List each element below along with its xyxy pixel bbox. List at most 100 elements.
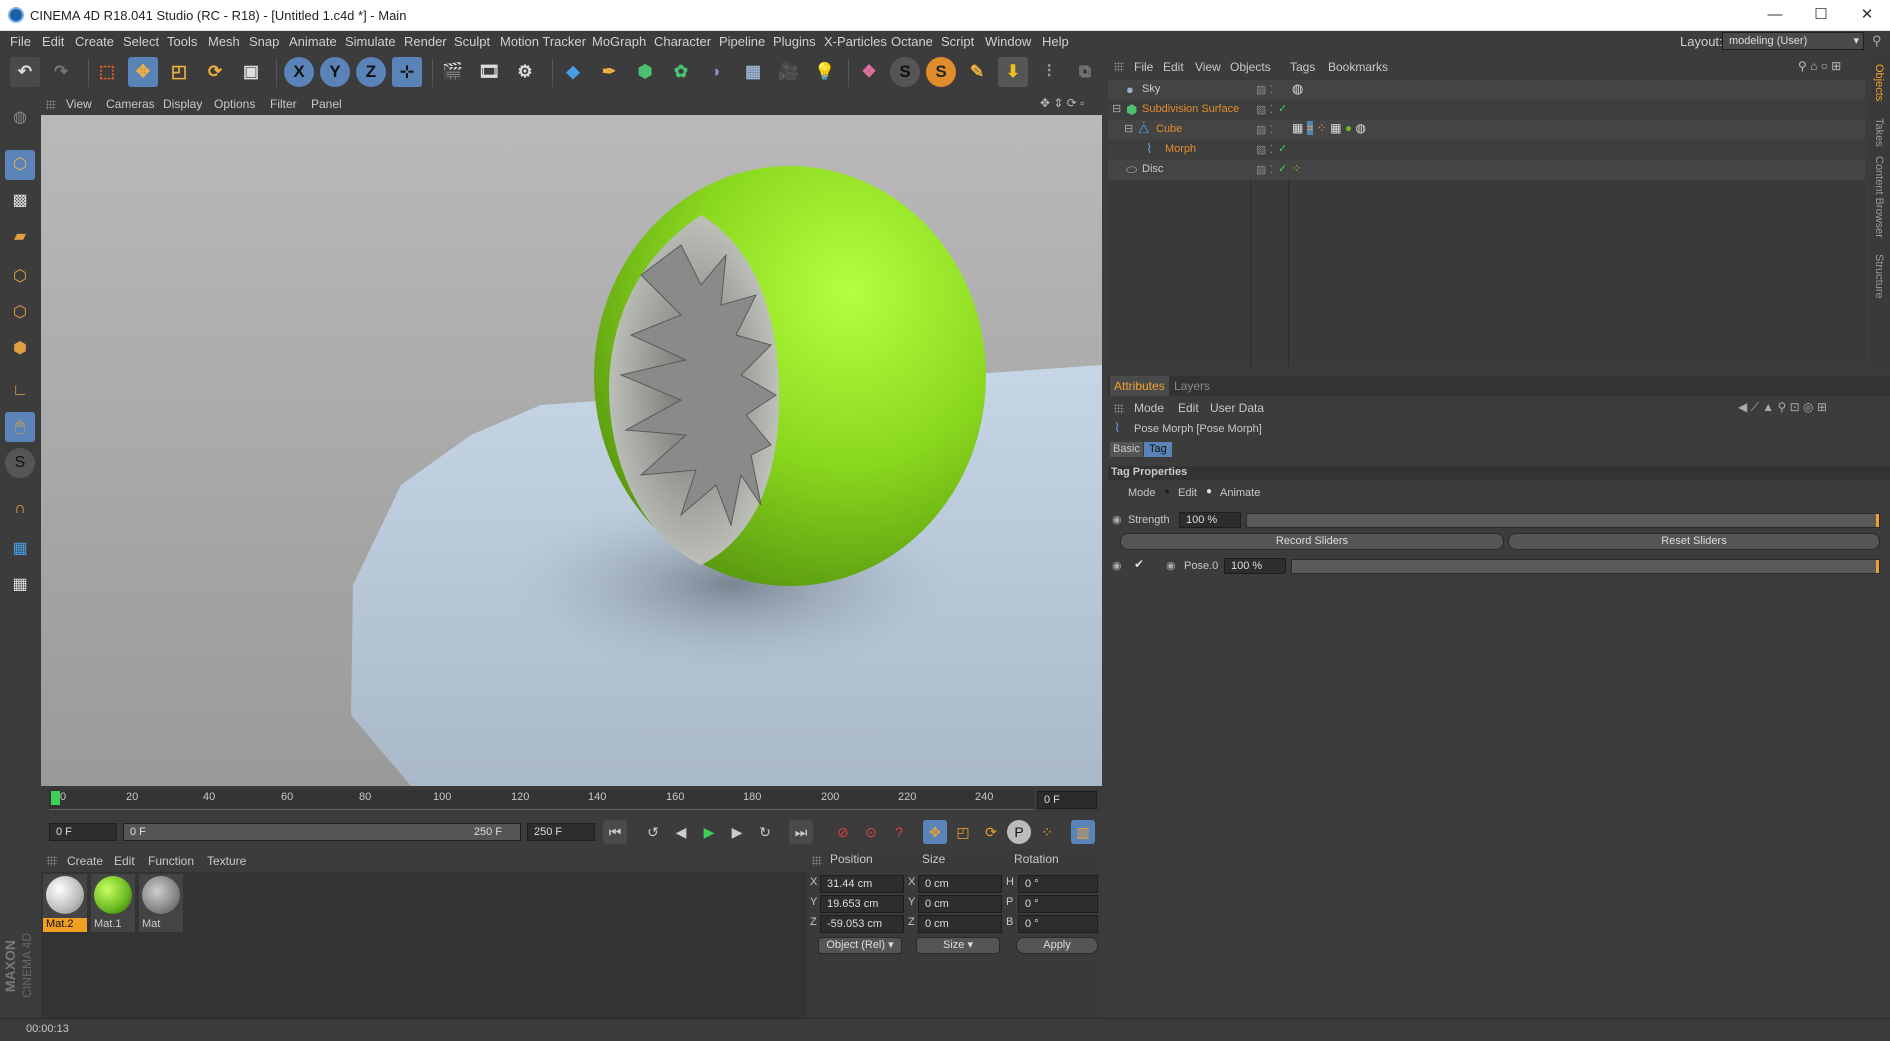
layout-dropdown[interactable]: modeling (User) ▾ — [1722, 32, 1864, 50]
expand-icon[interactable]: ⊟ — [1112, 102, 1121, 115]
timeline-playhead[interactable] — [51, 791, 60, 805]
panel-grip-icon[interactable] — [47, 856, 57, 866]
subdivision-surface-icon[interactable]: ⬢ — [630, 57, 660, 87]
enabled-check-icon[interactable]: ✓ — [1278, 142, 1287, 155]
points-mode-icon[interactable]: ⬡ — [5, 262, 35, 292]
workplane-icon[interactable]: ▰ — [5, 222, 35, 252]
material-menu-create[interactable]: Create — [67, 854, 103, 868]
key-scale-icon[interactable]: ◰ — [951, 820, 975, 844]
attributes-nav-icon[interactable]: ◀ ⟋ ▲ ⚲ ⊡ ◎ ⊞ — [1738, 400, 1827, 415]
cube-object-icon[interactable]: ◆ — [558, 57, 588, 87]
menu-character[interactable]: Character — [654, 34, 711, 49]
model-mode-icon[interactable]: ⬡ — [5, 150, 35, 180]
rotation-h-field[interactable]: 0 ° — [1018, 875, 1098, 893]
menu-help[interactable]: Help — [1042, 34, 1069, 49]
live-selection-icon[interactable]: ⬚ — [92, 57, 122, 87]
enabled-check-icon[interactable]: ✓ — [1278, 162, 1287, 175]
strength-animate-icon[interactable]: ◉ — [1112, 513, 1122, 526]
equalizer-icon[interactable]: ⫶ — [1034, 57, 1064, 87]
position-y-field[interactable]: 19.653 cm — [820, 895, 904, 913]
render-view-icon[interactable]: 🎬 — [438, 57, 468, 87]
next-key-icon[interactable]: ↻ — [753, 820, 777, 844]
visibility-dots-icon[interactable]: ▨ ⁚ — [1256, 163, 1273, 176]
next-frame-icon[interactable]: ▶ — [725, 820, 749, 844]
timeline-track[interactable] — [49, 790, 1034, 810]
material-menu-function[interactable]: Function — [148, 854, 194, 868]
subtab-basic[interactable]: Basic — [1110, 442, 1143, 457]
goto-start-icon[interactable]: ⏮ — [603, 820, 627, 844]
goto-end-icon[interactable]: ⏭ — [789, 820, 813, 844]
panel-grip-icon[interactable] — [46, 100, 56, 110]
viewport-nav-icon[interactable]: ✥ ⇕ ⟳ ▫ — [1040, 96, 1084, 110]
position-x-field[interactable]: 31.44 cm — [820, 875, 904, 893]
strength-slider[interactable] — [1246, 513, 1880, 528]
record-sliders-button[interactable]: Record Sliders — [1120, 533, 1504, 550]
object-row-cube[interactable]: ⊟ ⧊ Cube ▨ ⁚ ▦ ⌗ ⁘ ▦ ● ◍ — [1108, 120, 1865, 140]
key-rotation-icon[interactable]: ⟳ — [979, 820, 1003, 844]
object-row-subdivision-surface[interactable]: ⊟ ⬢ Subdivision Surface ▨ ⁚ ✓ — [1108, 100, 1865, 120]
size-y-field[interactable]: 0 cm — [918, 895, 1002, 913]
menu-window[interactable]: Window — [985, 34, 1031, 49]
z-axis-lock-button[interactable]: Z — [356, 57, 386, 87]
end-frame-field[interactable]: 250 F — [527, 823, 595, 841]
play-icon[interactable]: ▶ — [697, 820, 721, 844]
current-frame-field[interactable]: 0 F — [1037, 791, 1097, 809]
lock-workplane-icon[interactable]: ▦ — [5, 534, 35, 564]
import-icon[interactable]: ⬇ — [998, 57, 1028, 87]
keyframe-selection-icon[interactable]: ? — [887, 820, 911, 844]
pose-slider-handle[interactable] — [1876, 560, 1879, 573]
visibility-dots-icon[interactable]: ▨ ⁚ — [1256, 83, 1273, 96]
visibility-dots-icon[interactable]: ▨ ⁚ — [1256, 123, 1273, 136]
cube-tags-icon[interactable]: ▦ ⌗ ⁘ ▦ ● ◍ — [1292, 121, 1366, 136]
viewport-menu-panel[interactable]: Panel — [311, 97, 342, 111]
rotation-p-field[interactable]: 0 ° — [1018, 895, 1098, 913]
xparticles-icon[interactable]: ❖ — [854, 57, 884, 87]
coordinate-system-icon[interactable]: ⊹ — [392, 57, 422, 87]
strength-field[interactable]: 100 % — [1179, 512, 1241, 528]
object-menu-file[interactable]: File — [1134, 60, 1153, 74]
menu-x-particles[interactable]: X-Particles — [824, 34, 887, 49]
snap-magnet-icon[interactable]: ∩ — [5, 494, 35, 524]
mode-animate-radio[interactable]: ● — [1206, 486, 1212, 497]
menu-plugins[interactable]: Plugins — [773, 34, 816, 49]
menu-motion-tracker[interactable]: Motion Tracker — [500, 34, 586, 49]
cloner-icon[interactable]: ✿ — [666, 57, 696, 87]
menu-create[interactable]: Create — [75, 34, 114, 49]
apply-button[interactable]: Apply — [1016, 937, 1098, 954]
redo-icon[interactable]: ↷ — [46, 57, 76, 87]
material-swatch-mat1[interactable]: Mat.1 — [91, 874, 135, 932]
menu-select[interactable]: Select — [123, 34, 159, 49]
record-active-icon[interactable]: ⊘ — [831, 820, 855, 844]
x-axis-lock-button[interactable]: X — [284, 57, 314, 87]
menu-file[interactable]: File — [10, 34, 31, 49]
solo-s-icon[interactable]: S — [5, 448, 35, 478]
mode-edit-radio[interactable]: ● — [1164, 486, 1170, 497]
3d-viewport[interactable] — [41, 115, 1102, 786]
visibility-dots-icon[interactable]: ▨ ⁚ — [1256, 143, 1273, 156]
light-icon[interactable]: 💡 — [810, 57, 840, 87]
deformer-icon[interactable]: ◗ — [702, 57, 732, 87]
material-menu-edit[interactable]: Edit — [114, 854, 135, 868]
object-menu-view[interactable]: View — [1195, 60, 1221, 74]
enabled-check-icon[interactable]: ✓ — [1278, 102, 1287, 115]
render-settings-icon[interactable]: ⚙ — [510, 57, 540, 87]
attributes-menu-edit[interactable]: Edit — [1178, 401, 1199, 415]
expand-icon[interactable]: ⊟ — [1124, 122, 1133, 135]
menu-script[interactable]: Script — [941, 34, 974, 49]
object-menu-objects[interactable]: Objects — [1230, 60, 1271, 74]
strength-slider-handle[interactable] — [1876, 514, 1879, 527]
timeline-window-icon[interactable]: ▥ — [1071, 820, 1095, 844]
recent-tools-icon[interactable]: ▣ — [236, 57, 266, 87]
menu-mesh[interactable]: Mesh — [208, 34, 240, 49]
object-manager-tools-icon[interactable]: ⚲ ⌂ ○ ⊞ — [1798, 59, 1841, 73]
camera-icon[interactable]: 🎥 — [774, 57, 804, 87]
sculpt-s-icon[interactable]: S — [890, 57, 920, 87]
scale-icon[interactable]: ◰ — [164, 57, 194, 87]
viewport-menu-view[interactable]: View — [66, 97, 92, 111]
visibility-dots-icon[interactable]: ▨ ⁚ — [1256, 103, 1273, 116]
side-tab-structure[interactable]: Structure — [1873, 254, 1885, 299]
side-tab-content-browser[interactable]: Content Browser — [1873, 156, 1885, 238]
grid-icon[interactable]: ⧉ — [1070, 57, 1100, 87]
pose-keyframe-icon[interactable]: ◉ — [1166, 559, 1176, 572]
material-swatch-mat[interactable]: Mat — [139, 874, 183, 932]
